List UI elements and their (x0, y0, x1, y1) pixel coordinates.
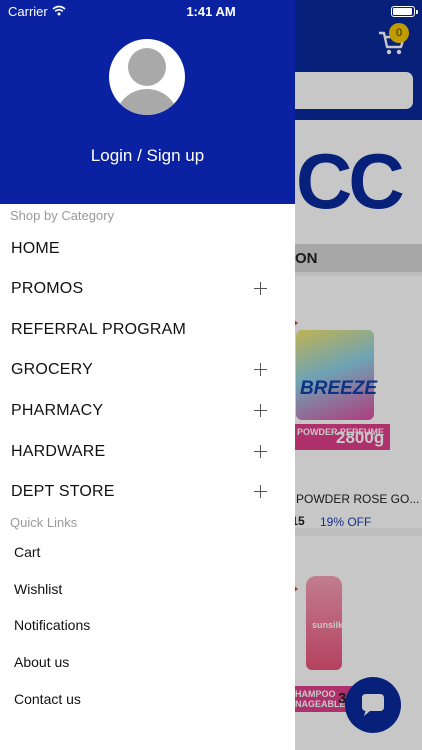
quick-link-notifications[interactable]: Notifications (0, 607, 295, 643)
quick-link-contact-us[interactable]: Contact us (0, 681, 295, 717)
avatar[interactable] (109, 39, 185, 115)
category-item-label: REFERRAL PROGRAM (11, 321, 187, 338)
login-signup-link[interactable]: Login / Sign up (0, 146, 295, 166)
quick-link-label: Notifications (14, 617, 91, 633)
category-item-dept-store[interactable]: DEPT STORE (0, 471, 295, 512)
status-bar: Carrier 1:41 AM (0, 0, 422, 22)
drawer-header: Login / Sign up (0, 0, 295, 204)
avatar-placeholder-icon (128, 48, 166, 86)
quick-link-cart[interactable]: Cart (0, 534, 295, 570)
quick-link-about-us[interactable]: About us (0, 644, 295, 680)
expand-plus-icon[interactable] (254, 445, 267, 458)
quick-link-label: Contact us (14, 691, 81, 707)
category-item-label: HARDWARE (11, 443, 106, 460)
category-heading: Shop by Category (10, 208, 115, 223)
battery-level (393, 8, 412, 15)
category-item-promos[interactable]: PROMOS (0, 268, 295, 309)
quick-links-heading: Quick Links (10, 515, 78, 530)
expand-plus-icon[interactable] (254, 282, 267, 295)
category-item-grocery[interactable]: GROCERY (0, 349, 295, 390)
navigation-drawer: Login / Sign up Shop by Category HOME PR… (0, 0, 295, 750)
avatar-placeholder-body (115, 89, 179, 115)
category-item-label: GROCERY (11, 361, 94, 378)
quick-link-label: Cart (14, 544, 41, 560)
category-item-label: PROMOS (11, 280, 84, 297)
quick-link-label: About us (14, 654, 70, 670)
category-item-referral-program[interactable]: REFERRAL PROGRAM (0, 309, 295, 350)
category-item-pharmacy[interactable]: PHARMACY (0, 390, 295, 431)
quick-link-label: Wishlist (14, 581, 63, 597)
category-item-label: PHARMACY (11, 402, 104, 419)
category-item-label: DEPT STORE (11, 483, 115, 500)
quick-link-wishlist[interactable]: Wishlist (0, 571, 295, 607)
expand-plus-icon[interactable] (254, 404, 267, 417)
category-item-home[interactable]: HOME (0, 228, 295, 269)
expand-plus-icon[interactable] (254, 485, 267, 498)
expand-plus-icon[interactable] (254, 363, 267, 376)
category-item-label: HOME (11, 240, 60, 257)
category-item-hardware[interactable]: HARDWARE (0, 431, 295, 472)
clock: 1:41 AM (186, 4, 236, 19)
battery-icon (391, 6, 418, 17)
